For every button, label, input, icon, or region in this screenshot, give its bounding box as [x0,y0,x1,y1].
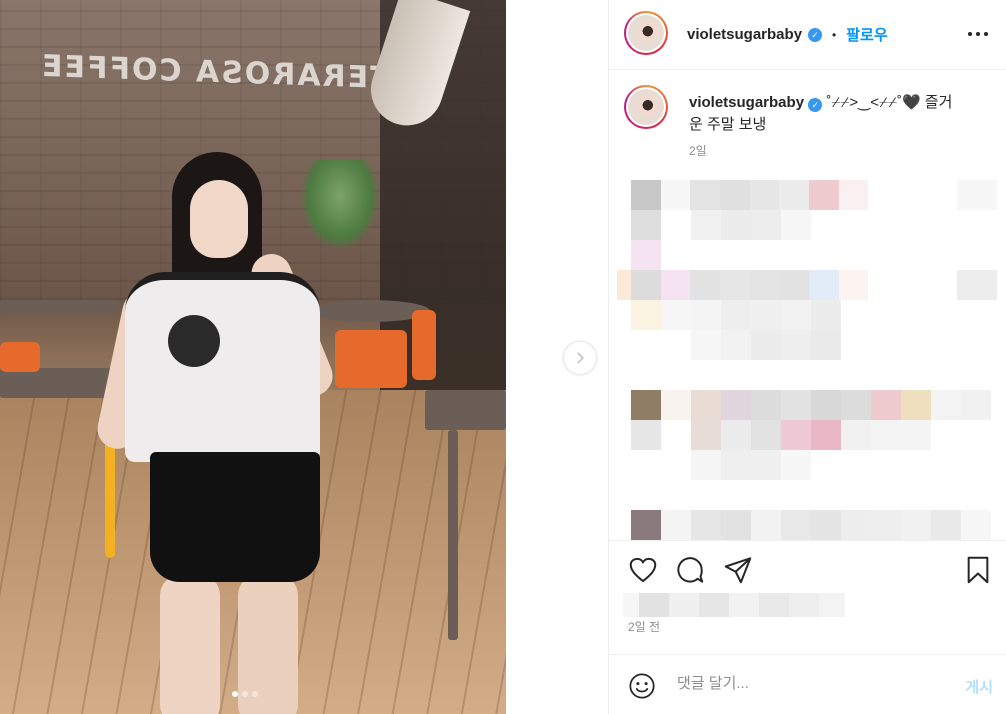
caption-text: ˚⌿⌿>‿<⌿⌿˚🖤 즐거 [826,94,953,111]
table [425,390,506,430]
carousel-dot [242,691,248,697]
table [0,300,120,314]
post-photo[interactable]: TERAROSA COFFEE [0,0,506,714]
like-button[interactable] [629,557,657,588]
chevron-right-icon [577,352,584,364]
comment-input[interactable] [677,675,937,692]
caption-time: 2일 [689,144,707,158]
orange-chair [335,330,407,388]
blurred-comment [617,180,997,270]
verified-badge-icon: ✓ [808,98,823,112]
person-shorts [150,452,320,582]
likes-count-blurred [623,593,845,617]
post-time: 2일 전 [628,620,661,634]
carousel-dot [252,691,258,697]
comment-button[interactable] [676,556,704,589]
next-image-button[interactable] [564,342,596,374]
blurred-comment [617,510,997,540]
post-comment-button[interactable]: 게시 [965,676,993,697]
orange-chair [412,310,436,380]
separator-dot: • [832,27,837,42]
smile-icon [629,673,655,699]
caption-username[interactable]: violetsugarbaby [689,94,804,111]
comment-icon [677,557,704,583]
emoji-button[interactable] [628,672,656,705]
tshirt-print [168,315,220,367]
header-user-row: violetsugarbaby ✓ • 팔로우 [687,24,888,45]
blurred-comment [617,390,997,480]
blurred-comment [617,270,997,360]
comment-bar: 게시 [609,654,1006,714]
caption-text-cont: 운 주말 보냉 [689,116,767,133]
caption-avatar[interactable] [624,85,668,129]
post-details-panel: violetsugarbaby ✓ • 팔로우 violetsugarbaby … [608,0,1006,714]
person-leg [160,575,220,714]
post-actions: 2일 전 [609,540,1006,652]
post-header: violetsugarbaby ✓ • 팔로우 [609,0,1006,70]
bookmark-icon [967,556,989,584]
carousel-dots [232,691,258,697]
post-media: TERAROSA COFFEE [0,0,608,714]
more-horizontal-icon [968,32,988,36]
person-face [190,180,248,258]
header-username[interactable]: violetsugarbaby [687,26,802,43]
verified-badge-icon: ✓ [808,27,823,42]
plant [300,160,380,250]
follow-button[interactable]: 팔로우 [846,24,887,45]
orange-chair [0,342,40,372]
carousel-dot [232,691,238,697]
caption-text-block: violetsugarbaby ✓ ˚⌿⌿>‿<⌿⌿˚🖤 즐거 운 주말 보냉 [689,92,999,136]
caption-and-comments: violetsugarbaby ✓ ˚⌿⌿>‿<⌿⌿˚🖤 즐거 운 주말 보냉 … [609,70,1006,540]
person-tshirt [125,272,320,462]
share-button[interactable] [724,556,752,589]
avatar[interactable] [624,11,668,55]
send-icon [724,557,752,584]
table-leg [448,430,458,640]
more-options-button[interactable] [967,26,989,47]
heart-icon [629,557,657,583]
save-button[interactable] [966,556,990,589]
